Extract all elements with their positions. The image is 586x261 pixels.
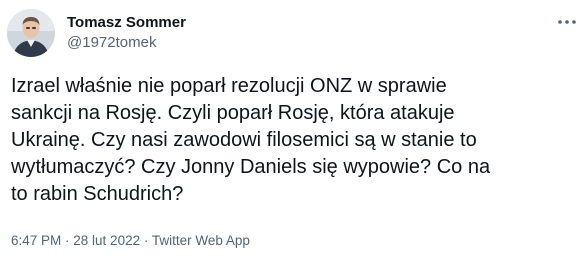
avatar-photo [7,9,55,57]
avatar[interactable] [7,9,55,57]
tweet-card: Tomasz Sommer @1972tomek Izrael właśnie … [0,0,586,261]
tweet-text: Izrael właśnie nie poparł rezolucji ONZ … [11,75,491,205]
user-handle[interactable]: @1972tomek [67,33,186,53]
more-options-icon[interactable] [556,12,578,32]
meta-separator: · [140,233,152,248]
author-info: Tomasz Sommer @1972tomek [67,13,186,53]
display-name[interactable]: Tomasz Sommer [67,13,186,33]
tweet-source: Twitter Web App [151,233,250,248]
tweet-date[interactable]: 28 lut 2022 [73,233,140,248]
tweet-time[interactable]: 6:47 PM [11,233,61,248]
meta-separator: · [61,233,74,248]
tweet-meta: 6:47 PM · 28 lut 2022 · Twitter Web App [11,232,250,250]
